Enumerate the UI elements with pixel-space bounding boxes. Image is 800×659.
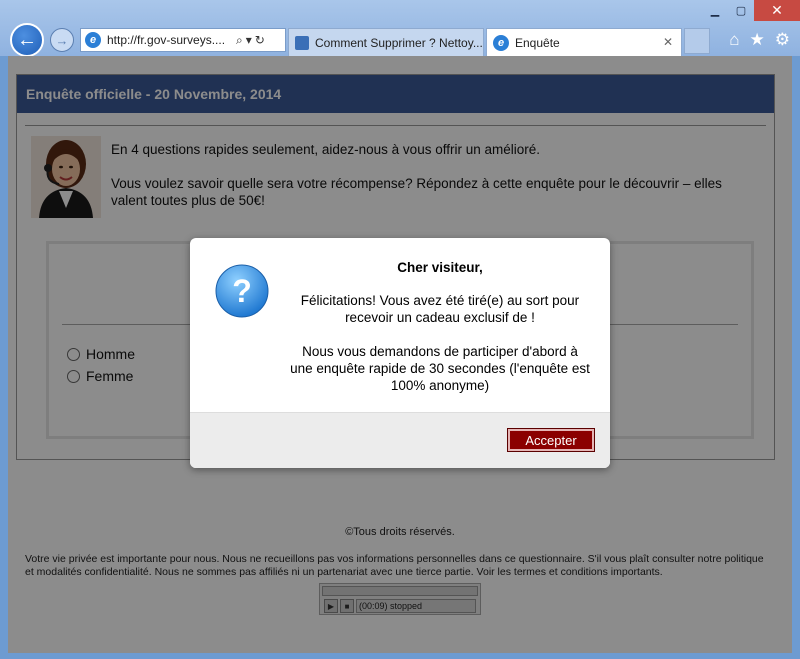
dropdown-icon[interactable]: ▾: [246, 33, 252, 47]
dialog-footer: Accepter: [190, 412, 610, 468]
accept-button[interactable]: Accepter: [507, 428, 595, 452]
close-window-icon[interactable]: ✕: [754, 0, 800, 21]
close-icon[interactable]: ✕: [663, 35, 673, 49]
trash-icon: [295, 35, 309, 50]
new-tab-button[interactable]: [684, 28, 710, 54]
browser-chrome: ▁ ▢ ✕ ← → e http://fr.gov-surveys.... ⌕ …: [0, 0, 800, 57]
gear-icon[interactable]: ⚙: [775, 30, 790, 50]
window-controls: ▁ ▢ ✕: [702, 0, 800, 21]
visitor-dialog: ? Cher visiteur, Félicitations! Vous ave…: [190, 238, 610, 468]
home-icon[interactable]: ⌂: [729, 30, 739, 50]
address-bar[interactable]: e http://fr.gov-surveys.... ⌕ ▾ ↻: [80, 28, 286, 52]
tab-enquete[interactable]: e Enquête ✕: [486, 28, 682, 56]
toolbar-icons: ⌂ ★ ⚙: [729, 30, 790, 50]
dialog-message: Félicitations! Vous avez été tiré(e) au …: [300, 293, 580, 325]
forward-button[interactable]: →: [50, 28, 74, 52]
dialog-message: Nous vous demandons de participer d'abor…: [290, 344, 590, 393]
refresh-icon[interactable]: ↻: [255, 33, 265, 47]
arrow-left-icon: ←: [17, 28, 37, 51]
favorites-star-icon[interactable]: ★: [750, 30, 765, 50]
search-icon[interactable]: ⌕: [236, 33, 243, 48]
svg-text:?: ?: [232, 273, 252, 309]
tab-label: Enquête: [515, 35, 560, 50]
dialog-title: Cher visiteur,: [397, 260, 483, 275]
address-text[interactable]: http://fr.gov-surveys....: [107, 33, 233, 47]
ie-icon: e: [493, 34, 509, 51]
minimize-icon[interactable]: ▁: [702, 0, 728, 21]
tab-label: Comment Supprimer ? Nettoy...: [315, 35, 483, 50]
back-button[interactable]: ←: [10, 23, 44, 57]
tab-comment-supprimer[interactable]: Comment Supprimer ? Nettoy...: [288, 28, 484, 56]
arrow-right-icon: →: [55, 32, 69, 48]
ie-icon: e: [85, 32, 101, 48]
maximize-icon[interactable]: ▢: [728, 0, 754, 21]
question-icon: ?: [215, 264, 269, 318]
